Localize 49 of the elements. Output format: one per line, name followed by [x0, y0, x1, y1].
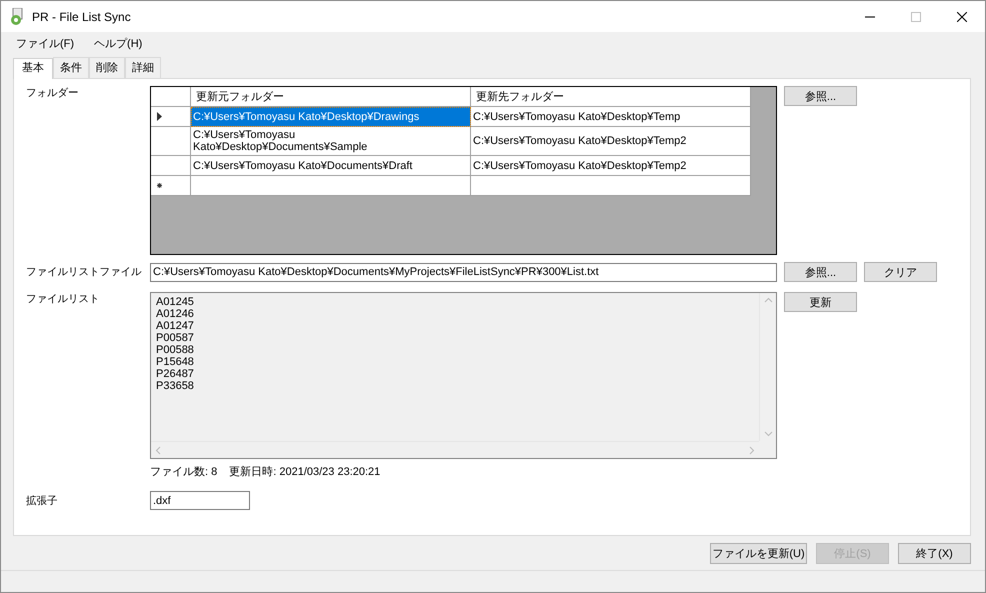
table-cell[interactable]: C:¥Users¥Tomoyasu Kato¥Desktop¥Documents¥Sample	[191, 127, 471, 156]
action-button[interactable]: 終了(X)	[898, 543, 971, 564]
clear-button[interactable]: クリア	[864, 262, 937, 282]
field-label: ファイルリスト	[26, 293, 100, 305]
table-cell[interactable]: C:¥Users¥Tomoyasu Kato¥Desktop¥Temp2	[471, 156, 751, 176]
menu-item[interactable]: ヘルプ(H)	[87, 34, 150, 52]
file-count: ファイル数: 8	[150, 465, 218, 479]
list-item: P33658	[156, 380, 195, 392]
tab[interactable]: 基本	[13, 58, 53, 79]
list-item: P15648	[156, 356, 195, 368]
window-title: PR - File List Sync	[32, 10, 132, 24]
scroll-left-icon[interactable]	[155, 446, 161, 454]
table-cell[interactable]: C:¥Users¥Tomoyasu Kato¥Documents¥Draft	[191, 156, 471, 176]
scroll-up-icon[interactable]	[764, 297, 772, 303]
field-label: 拡張子	[26, 494, 58, 506]
file-path-field[interactable]: C:¥Users¥Tomoyasu Kato¥Desktop¥Documents¥MyProjects¥FileListSync¥PR¥300¥List.txt	[150, 262, 777, 282]
field-label: フォルダー	[26, 87, 78, 99]
scroll-right-icon[interactable]	[749, 446, 755, 454]
action-button[interactable]: ファイルを更新(U)	[710, 543, 807, 564]
table-cell[interactable]	[471, 176, 751, 196]
row-header[interactable]	[151, 107, 191, 127]
app-icon	[10, 8, 24, 26]
refresh-button[interactable]: 更新	[784, 292, 857, 312]
new-row-icon	[157, 183, 162, 188]
list-item: P00588	[156, 344, 195, 356]
column-header[interactable]: 更新元フォルダー	[191, 87, 471, 107]
maximize-icon	[911, 12, 921, 22]
list-item: A01245	[156, 296, 195, 308]
extension-field[interactable]: .dxf	[150, 491, 250, 510]
list-item: A01247	[156, 320, 195, 332]
tab[interactable]: 条件	[53, 57, 89, 78]
table-cell[interactable]	[191, 176, 471, 196]
list-item: P26487	[156, 368, 195, 380]
list-item: P00587	[156, 332, 195, 344]
browse-button[interactable]: 参照...	[784, 262, 857, 282]
tab[interactable]: 詳細	[125, 57, 161, 78]
tab[interactable]: 削除	[89, 57, 125, 78]
column-header[interactable]: 更新先フォルダー	[471, 87, 751, 107]
list-item: A01246	[156, 308, 195, 320]
table-cell[interactable]: C:¥Users¥Tomoyasu Kato¥Desktop¥Drawings	[191, 107, 471, 127]
table-cell[interactable]: C:¥Users¥Tomoyasu Kato¥Desktop¥Temp	[471, 107, 751, 127]
file-list-box[interactable]: A01245 A01246 A01247 P00587 P00588 P15648 P26487 P33658	[150, 292, 777, 459]
browse-button[interactable]: 参照...	[784, 86, 857, 106]
table-cell[interactable]: C:¥Users¥Tomoyasu Kato¥Desktop¥Temp2	[471, 127, 751, 156]
menu-item[interactable]: ファイル(F)	[9, 34, 82, 52]
close-icon[interactable]	[957, 12, 967, 22]
scroll-down-icon[interactable]	[764, 431, 772, 437]
updated-time: 更新日時: 2021/03/23 23:20:21	[229, 464, 380, 479]
field-label: ファイルリストファイル	[26, 266, 142, 278]
